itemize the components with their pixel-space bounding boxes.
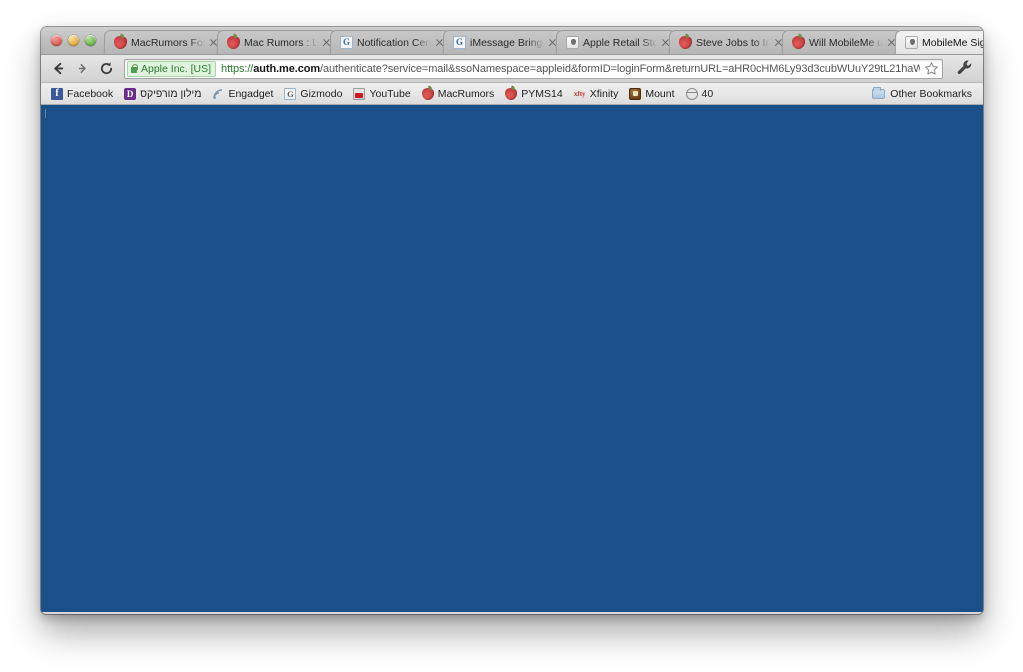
close-window-button[interactable] xyxy=(51,34,62,46)
forward-button[interactable] xyxy=(72,58,93,79)
ev-certificate-badge[interactable]: Apple Inc. [US] xyxy=(127,60,217,77)
star-icon[interactable] xyxy=(924,61,939,76)
gizmodo-icon: G xyxy=(284,87,297,100)
tab-title: Steve Jobs to Int xyxy=(695,36,771,49)
bookmark-youtube[interactable]: YouTube xyxy=(349,85,417,103)
apple-red-icon xyxy=(505,87,518,100)
bookmark-label: Facebook xyxy=(67,87,114,100)
apple-red-icon xyxy=(678,36,693,50)
back-button[interactable] xyxy=(48,58,69,79)
bookmark-engadget[interactable]: Engadget xyxy=(208,85,280,103)
other-bookmarks-folder[interactable]: Other Bookmarks xyxy=(869,86,975,100)
bookmarks-bar: f Facebook D מילון מורפיקס Engadget G Gi… xyxy=(41,83,983,105)
bookmark-gizmodo[interactable]: G Gizmodo xyxy=(280,85,349,103)
chrome-menu-wrench-icon[interactable] xyxy=(956,59,975,78)
xfinity-icon: xfty xyxy=(573,89,586,98)
url-host: auth.me.com xyxy=(253,62,321,75)
bookmark-label: Gizmodo xyxy=(300,87,343,100)
tab-strip: MacRumors Foru Mac Rumors : Li G Notific… xyxy=(41,27,983,55)
bookmark-label: Xfinity xyxy=(589,87,619,100)
bookmark-xfinity[interactable]: xfty Xfinity xyxy=(570,85,626,103)
bookmark-label: YouTube xyxy=(369,87,411,100)
zoom-window-button[interactable] xyxy=(85,34,96,46)
facebook-icon: f xyxy=(51,87,63,100)
lock-icon xyxy=(130,63,138,74)
tab-macrumors-forums[interactable]: MacRumors Foru xyxy=(103,30,225,55)
url-scheme: https:// xyxy=(221,62,254,75)
ev-certificate-label: Apple Inc. [US] xyxy=(141,62,212,75)
bookmark-facebook[interactable]: f Facebook xyxy=(47,85,120,103)
window-controls xyxy=(47,27,104,54)
bookmark-label: Engadget xyxy=(228,87,274,100)
tab-imessage-brings[interactable]: G iMessage Brings xyxy=(442,30,564,55)
bookmark-label: PYMS14 xyxy=(521,87,563,100)
tab-steve-jobs-to-intro[interactable]: Steve Jobs to Int xyxy=(668,30,790,55)
bookmark-pyms14[interactable]: PYMS14 xyxy=(501,85,569,103)
tab-will-mobileme-users[interactable]: Will MobileMe us xyxy=(781,30,903,55)
browser-toolbar: Apple Inc. [US] https://auth.me.com/auth… xyxy=(41,55,983,83)
youtube-icon xyxy=(353,87,366,100)
tab-title: Apple Retail Stor xyxy=(582,36,658,49)
tab-title: MacRumors Foru xyxy=(130,36,206,49)
apple-red-icon xyxy=(791,36,806,50)
tab-title: iMessage Brings xyxy=(469,36,545,49)
url-path: /authenticate?service=mail&ssoNamespace=… xyxy=(320,62,920,75)
screenshot-root: MacRumors Foru Mac Rumors : Li G Notific… xyxy=(0,0,1023,672)
tab-list: MacRumors Foru Mac Rumors : Li G Notific… xyxy=(103,27,983,55)
apple-white-icon xyxy=(904,36,919,50)
minimize-window-button[interactable] xyxy=(68,34,79,46)
apple-red-icon xyxy=(226,36,241,50)
tab-title: MobileMe Sign In xyxy=(921,36,983,49)
morfix-icon: D xyxy=(124,87,137,100)
google-icon: G xyxy=(339,36,354,50)
folder-icon xyxy=(872,86,886,99)
page-viewport[interactable] xyxy=(41,105,983,612)
bookmark-morfix[interactable]: D מילון מורפיקס xyxy=(120,85,208,103)
tab-title: Will MobileMe us xyxy=(808,36,884,49)
globe-icon xyxy=(685,87,698,100)
google-icon: G xyxy=(452,36,467,50)
tab-title: Mac Rumors : Li xyxy=(243,36,319,49)
bookmark-mount[interactable]: Mount xyxy=(625,85,681,103)
reload-button[interactable] xyxy=(96,58,117,79)
url-text: https://auth.me.com/authenticate?service… xyxy=(221,63,920,75)
other-bookmarks-label: Other Bookmarks xyxy=(890,87,972,100)
tab-apple-retail-store[interactable]: Apple Retail Stor xyxy=(555,30,677,55)
apple-red-icon xyxy=(421,87,434,100)
bookmark-macrumors[interactable]: MacRumors xyxy=(418,85,502,103)
tab-mobileme-sign-in[interactable]: MobileMe Sign In xyxy=(894,30,983,55)
bookmark-label: MacRumors xyxy=(437,87,495,100)
address-bar[interactable]: Apple Inc. [US] https://auth.me.com/auth… xyxy=(124,58,943,79)
browser-window: MacRumors Foru Mac Rumors : Li G Notific… xyxy=(41,27,983,614)
bookmark-label: 40 xyxy=(701,87,714,100)
text-caret xyxy=(45,109,46,118)
mount-icon xyxy=(629,87,642,100)
apple-red-icon xyxy=(113,36,128,50)
engadget-icon xyxy=(212,88,224,100)
tab-mac-rumors-li[interactable]: Mac Rumors : Li xyxy=(216,30,338,55)
tab-title: Notification Cent xyxy=(356,36,432,49)
bookmark-40[interactable]: 40 xyxy=(682,85,721,103)
tab-notification-center[interactable]: G Notification Cent xyxy=(329,30,451,55)
bookmark-label: Mount xyxy=(645,87,675,100)
bookmark-label: מילון מורפיקס xyxy=(140,87,202,100)
apple-white-icon xyxy=(565,36,580,50)
